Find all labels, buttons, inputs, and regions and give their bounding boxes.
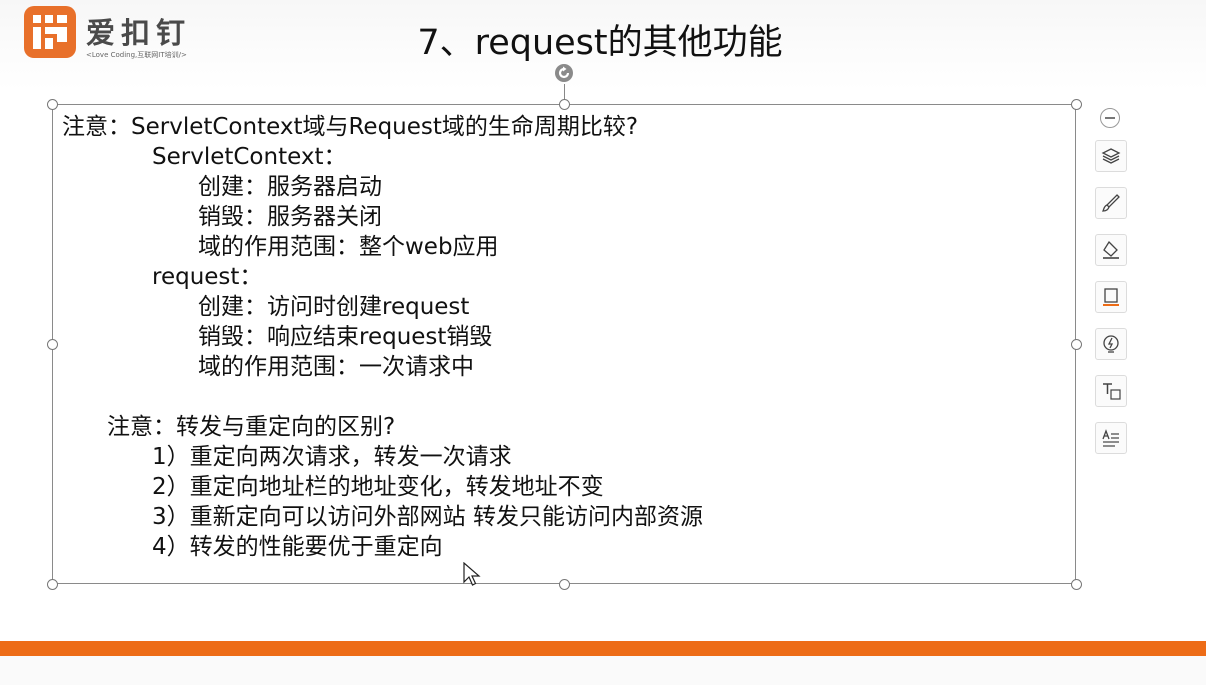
brand-logo: 爱扣钉 <Love Coding,互联网IT培训/> (24, 6, 214, 64)
brand-tagline: <Love Coding,互联网IT培训/> (86, 51, 187, 59)
servletcontext-heading: ServletContext： (152, 144, 347, 170)
resize-handle-top-right[interactable] (1071, 99, 1082, 110)
request-heading: request： (152, 264, 263, 290)
resize-handle-bottom-center[interactable] (559, 579, 570, 590)
difference-item-3: 3）重新定向可以访问外部网站 转发只能访问内部资源 (152, 504, 703, 530)
request-scope: 域的作用范围：一次请求中 (198, 354, 474, 380)
resize-handle-top-center[interactable] (559, 99, 570, 110)
layers-icon (1101, 148, 1121, 164)
resize-handle-bottom-left[interactable] (47, 579, 58, 590)
text-box-button[interactable] (1095, 375, 1127, 407)
brand-name: 爱扣钉 (86, 16, 192, 50)
resize-handle-middle-right[interactable] (1071, 339, 1082, 350)
logo-icon (24, 6, 76, 58)
servletcontext-scope: 域的作用范围：整个web应用 (198, 234, 499, 260)
resize-handle-middle-left[interactable] (47, 339, 58, 350)
difference-item-4: 4）转发的性能要优于重定向 (152, 534, 443, 560)
request-create: 创建：访问时创建request (198, 294, 470, 320)
servletcontext-create: 创建：服务器启动 (198, 174, 382, 200)
idea-icon (1103, 335, 1119, 353)
fill-icon (1103, 240, 1119, 259)
text-box-icon (1103, 383, 1121, 400)
brush-button[interactable] (1095, 187, 1127, 219)
mouse-cursor-icon (463, 562, 481, 586)
slide-title: 7、request的其他功能 (417, 23, 783, 63)
resize-handle-bottom-right[interactable] (1071, 579, 1082, 590)
idea-button[interactable] (1095, 328, 1127, 360)
footer-accent-bar (0, 641, 1206, 656)
rotate-handle-icon[interactable] (554, 63, 574, 83)
difference-item-1: 1）重定向两次请求，转发一次请求 (152, 444, 512, 470)
footer-strip (0, 656, 1206, 685)
fill-button[interactable] (1095, 234, 1127, 266)
note-heading-forward-redirect: 注意：转发与重定向的区别? (107, 414, 396, 440)
servletcontext-destroy: 销毁：服务器关闭 (198, 204, 382, 230)
outline-button[interactable] (1095, 281, 1127, 313)
collapse-icon[interactable] (1100, 108, 1120, 128)
text-effects-button[interactable] (1095, 422, 1127, 454)
note-heading-lifecycle: 注意：ServletContext域与Request域的生命周期比较? (62, 114, 639, 140)
difference-item-2: 2）重定向地址栏的地址变化，转发地址不变 (152, 474, 604, 500)
text-effects-icon (1102, 429, 1119, 447)
outline-icon (1103, 288, 1119, 306)
layers-button[interactable] (1095, 140, 1127, 172)
resize-handle-top-left[interactable] (47, 99, 58, 110)
request-destroy: 销毁：响应结束request销毁 (198, 324, 493, 350)
brush-icon (1101, 194, 1120, 212)
